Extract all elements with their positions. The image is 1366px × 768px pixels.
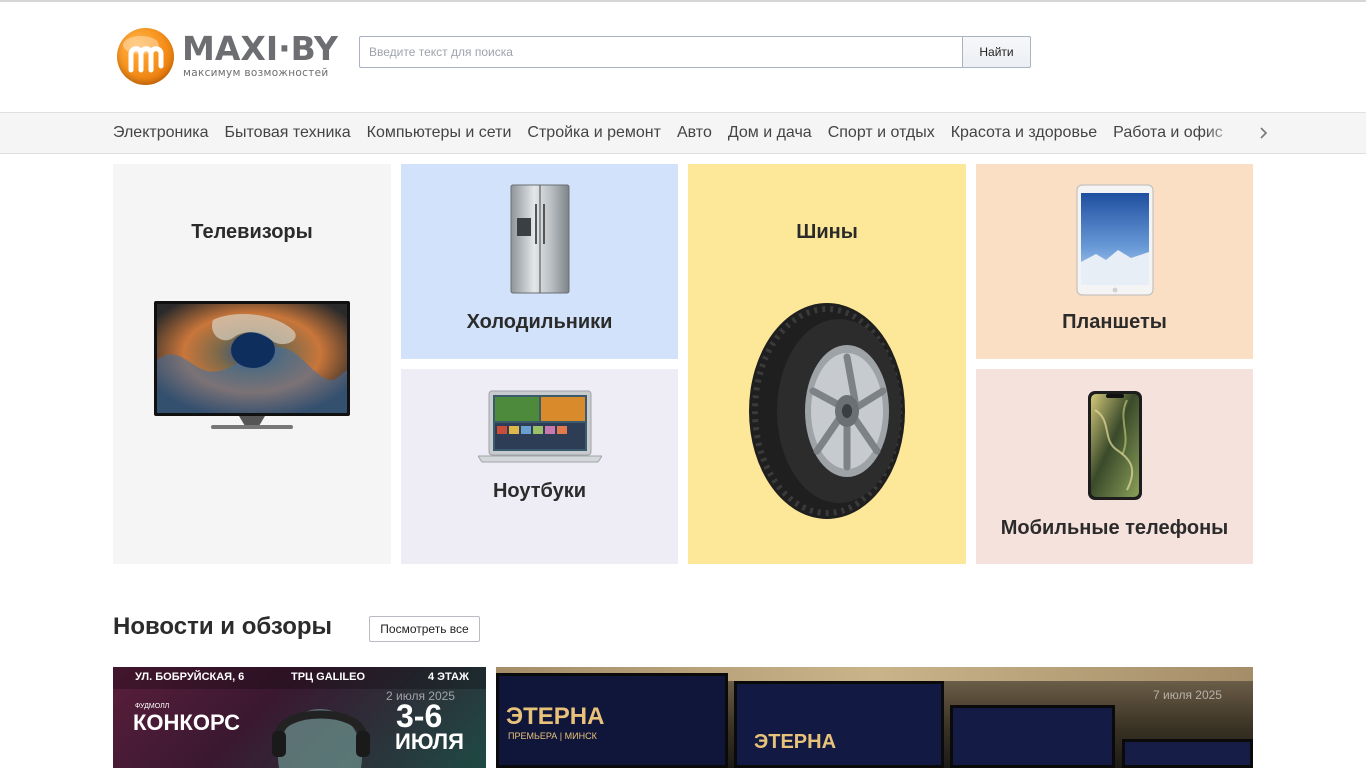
poster-screen [950,705,1115,768]
nav-item-auto[interactable]: Авто [677,113,712,153]
tile-title-phone: Мобильные телефоны [1000,517,1229,539]
chevron-right-icon[interactable] [1254,113,1274,153]
site-logo[interactable]: MAXI·BY максимум возможностей [117,27,338,87]
poster-movie-subtitle: ПРЕМЬЕРА | МИНСК [508,731,597,741]
tile-title-laptop: Ноутбуки [492,480,587,502]
laptop-image [478,390,602,463]
category-tile-tablet[interactable]: Планшеты [976,164,1253,359]
logo-tagline: максимум возможностей [183,67,329,79]
poster-movie-title: ЭТЕРНА [506,703,605,730]
poster-mall: ТРЦ GALILEO [291,671,366,683]
category-tile-laptop[interactable]: Ноутбуки [401,369,678,564]
fridge-image [510,184,570,294]
nav-item-sport[interactable]: Спорт и отдых [828,113,935,153]
category-nav: Электроника Бытовая техника Компьютеры и с… [0,112,1366,154]
category-tile-phone[interactable]: Мобильные телефоны [976,369,1253,564]
tire-image [749,303,905,519]
search-bar: Найти [359,36,1031,68]
category-tile-tires[interactable]: Шины [688,164,966,564]
tile-title-tires: Шины [796,221,858,243]
nav-fade-overlay [1205,113,1253,153]
view-all-news-button[interactable]: Посмотреть все [369,616,480,642]
category-nav-list: Электроника Бытовая техника Компьютеры и с… [113,113,1253,153]
poster-month: ИЮЛЯ [395,729,464,754]
tv-image [154,301,350,429]
poster-screen [1122,739,1253,768]
poster-brand: КОНКОРС [133,710,240,735]
poster-statue-image [272,709,370,768]
category-tile-tv[interactable]: Телевизоры [113,164,391,564]
search-button[interactable]: Найти [962,36,1031,68]
nav-item-computers[interactable]: Компьютеры и сети [367,113,512,153]
logo-m-icon [117,28,174,85]
phone-image [1088,391,1142,500]
news-card[interactable]: ЭТЕРНА ПРЕМЬЕРА | МИНСК ЭТЕРНА 7 июля 20… [496,667,1253,768]
tile-title-tv: Телевизоры [191,221,313,243]
poster-screen [734,681,944,768]
poster-floor: 4 ЭТАЖ [428,671,469,683]
poster-address: УЛ. БОБРУЙСКАЯ, 6 [135,671,245,683]
nav-item-beauty[interactable]: Красота и здоровье [951,113,1097,153]
search-input[interactable] [359,36,963,68]
news-card[interactable]: УЛ. БОБРУЙСКАЯ, 6 ТРЦ GALILEO 4 ЭТАЖ ФУД… [113,667,486,768]
nav-item-construction[interactable]: Стройка и ремонт [527,113,661,153]
site-header: MAXI·BY максимум возможностей Найти [0,2,1366,112]
poster-movie-title-2: ЭТЕРНА [754,731,837,753]
news-date: 7 июля 2025 [1153,688,1222,702]
nav-item-home[interactable]: Дом и дача [728,113,812,153]
news-section-title: Новости и обзоры [113,613,333,640]
poster-days: 3-6 [396,698,443,734]
tile-title-tablet: Планшеты [1062,311,1167,333]
nav-item-appliances[interactable]: Бытовая техника [225,113,351,153]
poster-brand-small: ФУДМОЛЛ [135,703,170,710]
category-tile-fridge[interactable]: Холодильники [401,164,678,359]
tablet-image [1076,184,1154,296]
logo-name: MAXI·BY [182,29,338,68]
tile-title-fridge: Холодильники [466,311,613,333]
nav-item-electronics[interactable]: Электроника [113,113,209,153]
